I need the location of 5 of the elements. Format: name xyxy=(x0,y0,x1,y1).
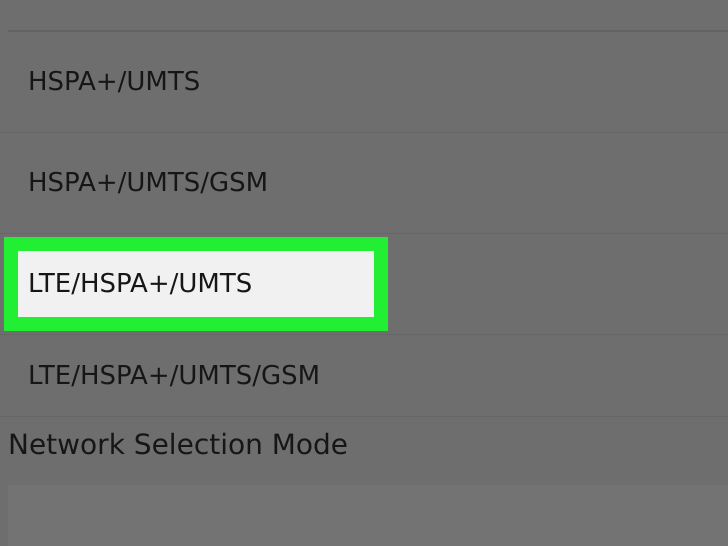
network-option[interactable]: LTE/HSPA+/UMTS xyxy=(4,237,388,331)
section-title: Network Selection Mode xyxy=(7,427,350,463)
network-option[interactable]: HSPA+/UMTS xyxy=(0,67,200,97)
network-option[interactable]: LTE/HSPA+/UMTS/GSM xyxy=(0,360,320,390)
network-option[interactable]: HSPA+/UMTS/GSM xyxy=(0,168,268,198)
